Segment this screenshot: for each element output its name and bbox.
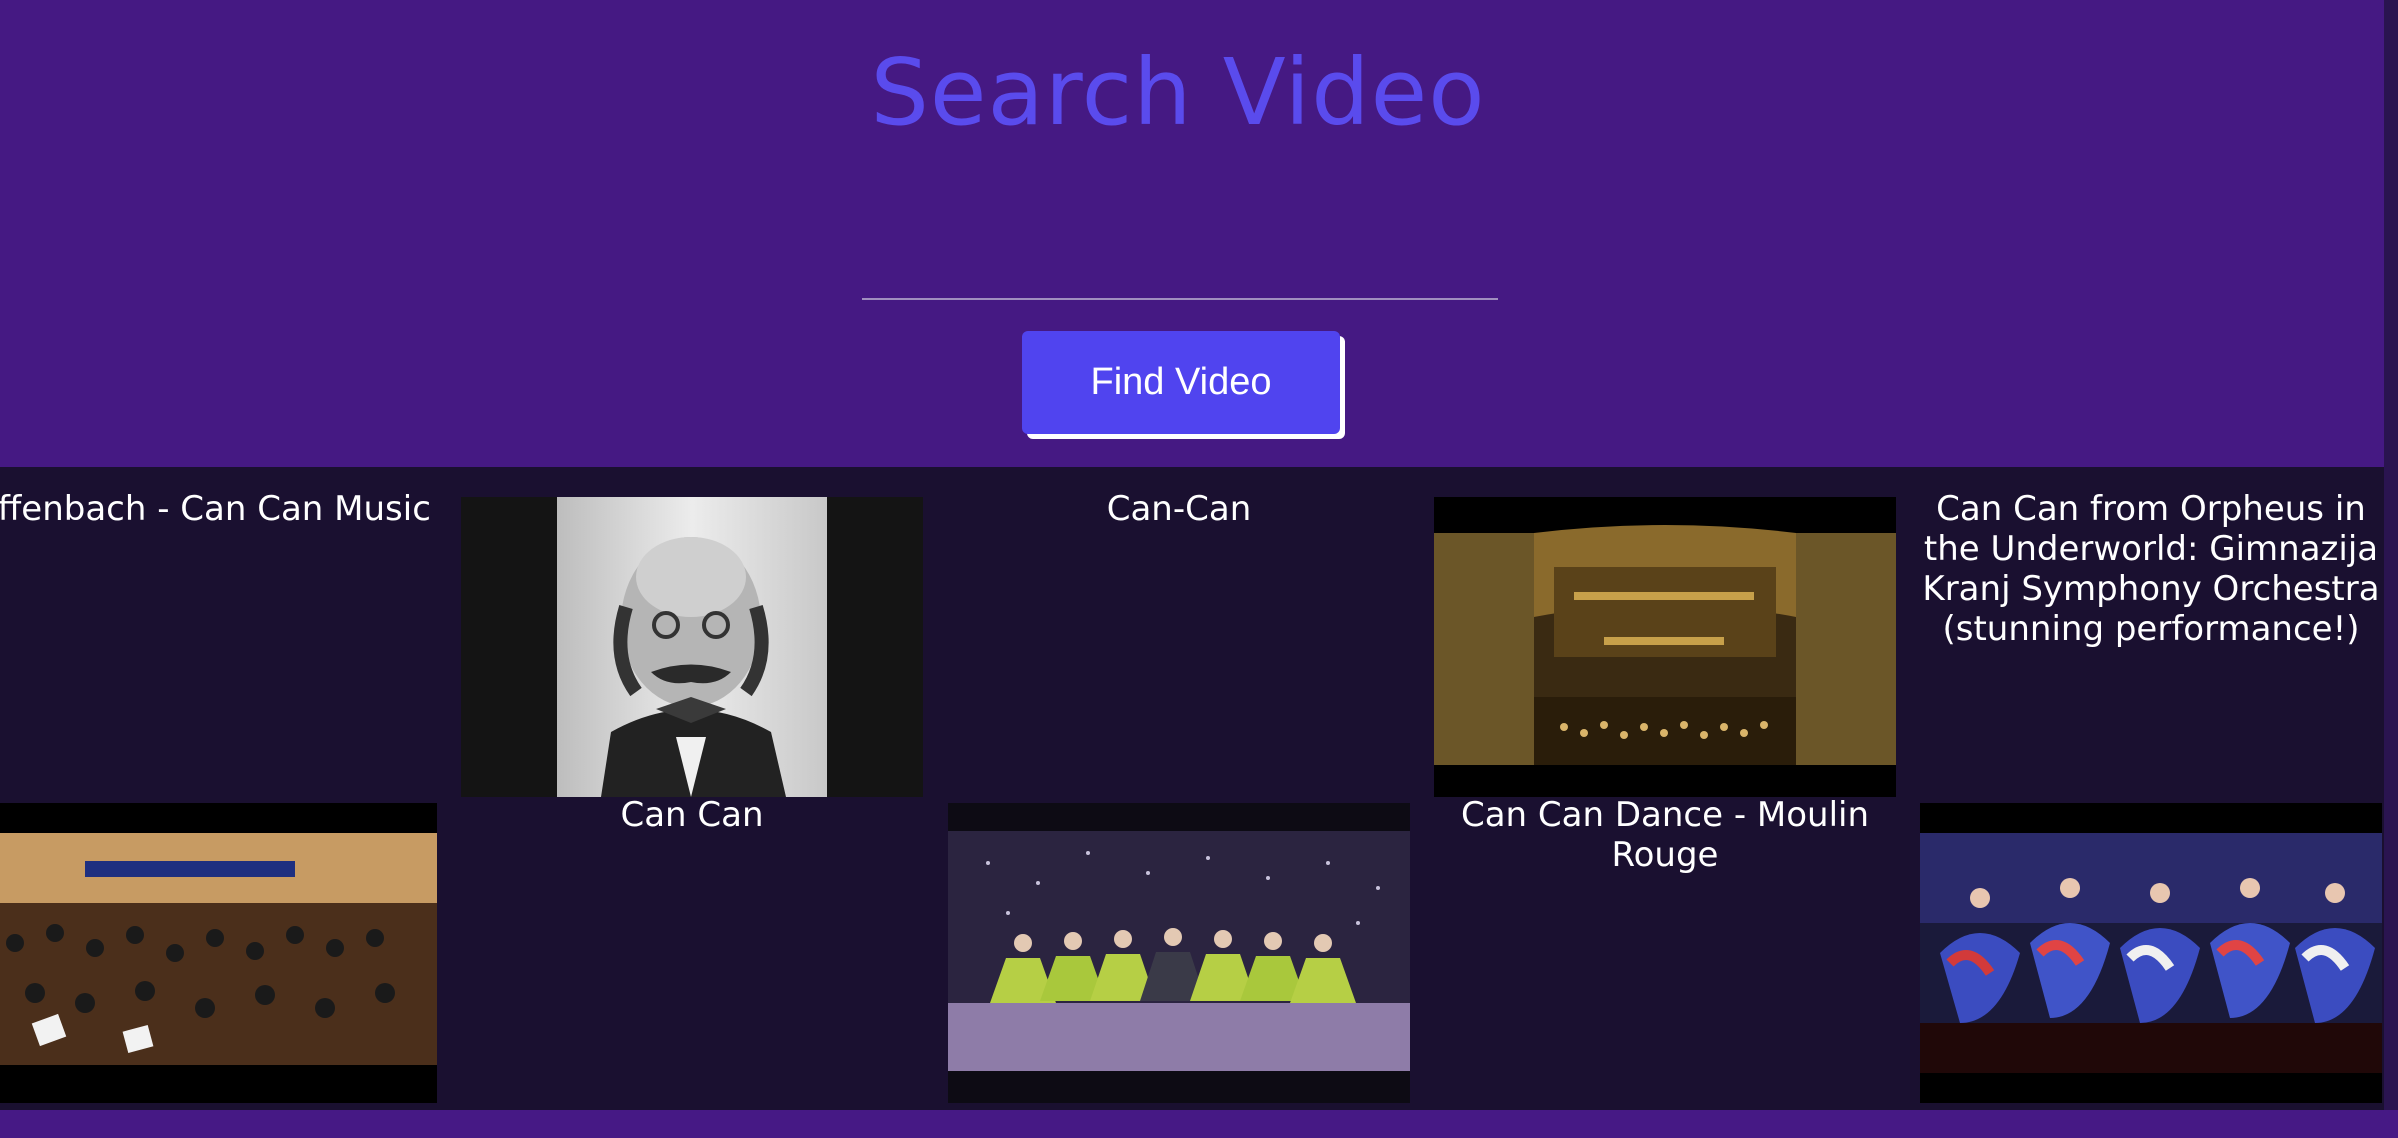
- video-result-item[interactable]: Can-Can: [948, 467, 1410, 767]
- video-thumbnail[interactable]: [1434, 497, 1896, 797]
- video-title[interactable]: Can Can: [461, 773, 923, 835]
- video-result-item[interactable]: Can Can Dance - Moulin Rouge: [1434, 773, 1896, 1073]
- find-video-button[interactable]: Find Video: [1022, 331, 1340, 434]
- video-thumbnail[interactable]: [948, 803, 1410, 1103]
- orchestra-thumbnail-icon: [0, 803, 437, 1103]
- video-title[interactable]: Can Can Dance - Moulin Rouge: [1434, 773, 1896, 875]
- video-results-grid: Offenbach - Can Can Music Can-Can Can Ca…: [0, 467, 2384, 1110]
- portrait-thumbnail-icon: [461, 497, 923, 797]
- video-result-item[interactable]: Can Can: [461, 773, 923, 1073]
- concert-hall-thumbnail-icon: [1434, 497, 1896, 797]
- footer-bar: [0, 1110, 2398, 1138]
- video-title[interactable]: Can Can from Orpheus in the Underworld: …: [1920, 467, 2382, 649]
- video-thumbnail[interactable]: [0, 803, 437, 1103]
- video-result-item[interactable]: Can Can from Orpheus in the Underworld: …: [1920, 467, 2382, 767]
- page-title: Search Video: [870, 39, 1486, 146]
- video-title[interactable]: Can-Can: [948, 467, 1410, 529]
- search-header: Search Video Find Video: [0, 0, 2384, 467]
- dancers-thumbnail-icon: [948, 803, 1410, 1103]
- scrollbar-track[interactable]: [2384, 0, 2398, 1110]
- video-result-item[interactable]: Offenbach - Can Can Music: [0, 467, 432, 767]
- stage-dancers-thumbnail-icon: [1920, 803, 2382, 1103]
- search-input[interactable]: [862, 230, 1498, 300]
- video-thumbnail[interactable]: [1920, 803, 2382, 1103]
- video-thumbnail[interactable]: [461, 497, 923, 797]
- video-title[interactable]: Offenbach - Can Can Music: [0, 467, 432, 529]
